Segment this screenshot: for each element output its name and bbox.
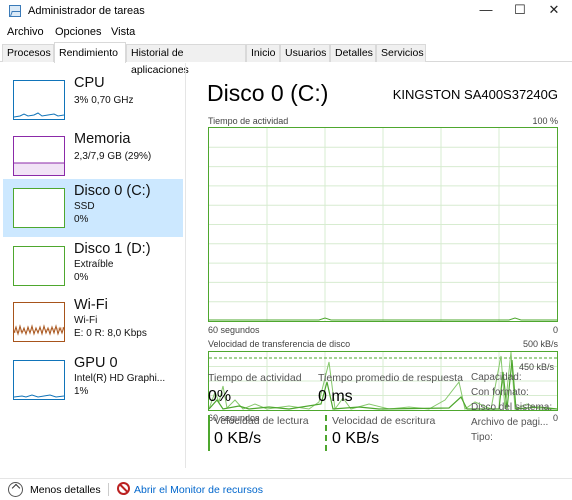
sidebar-item-title: Memoria bbox=[74, 131, 131, 147]
menu-vista[interactable]: Vista bbox=[111, 26, 135, 38]
response-time-label: Tiempo promedio de respuesta bbox=[318, 372, 463, 384]
close-button[interactable]: ✕ bbox=[537, 0, 571, 22]
transfer-graph-min: 0 bbox=[552, 413, 558, 423]
sidebar-item-title: GPU 0 bbox=[74, 355, 118, 371]
maximize-button[interactable]: ☐ bbox=[503, 0, 537, 22]
property-type: Tipo: bbox=[471, 432, 493, 443]
disk-model: KINGSTON SA400S37240G bbox=[392, 87, 558, 102]
sidebar-item-wifi[interactable]: Wi-Fi Wi-Fi E: 0 R: 8,0 Kbps bbox=[3, 293, 183, 351]
sidebar-item-subtitle: 2,3/7,9 GB (29%) bbox=[74, 151, 152, 162]
memory-thumbnail-graph bbox=[13, 136, 65, 176]
tab-inicio[interactable]: Inicio bbox=[246, 44, 280, 62]
task-manager-icon bbox=[9, 5, 21, 17]
sidebar-item-subtitle: SSD bbox=[74, 201, 95, 212]
sidebar-item-value: 1% bbox=[74, 386, 89, 397]
write-speed-value: 0 KB/s bbox=[332, 430, 380, 447]
transfer-graph-label: Velocidad de transferencia de disco bbox=[208, 339, 351, 349]
sidebar-item-title: Disco 1 (D:) bbox=[74, 241, 151, 257]
menu-archivo[interactable]: Archivo bbox=[7, 26, 44, 38]
read-speed-value: 0 KB/s bbox=[214, 430, 262, 447]
active-time-graph-duration: 60 segundos bbox=[208, 325, 260, 335]
tab-servicios[interactable]: Servicios bbox=[376, 44, 426, 62]
sidebar-item-title: Wi-Fi bbox=[74, 297, 108, 313]
tab-historial[interactable]: Historial de aplicaciones bbox=[126, 44, 246, 76]
gpu-thumbnail-graph bbox=[13, 360, 65, 400]
active-time-value: 0% bbox=[208, 388, 232, 405]
sidebar-item-disco-0[interactable]: Disco 0 (C:) SSD 0% bbox=[3, 179, 183, 237]
response-time-value: 0 ms bbox=[318, 388, 353, 405]
active-time-graph-label: Tiempo de actividad bbox=[208, 116, 289, 126]
window-title: Administrador de tareas bbox=[28, 5, 145, 17]
disk-detail-panel: Disco 0 (C:) KINGSTON SA400S37240G Tiemp… bbox=[186, 63, 572, 468]
page-title: Disco 0 (C:) bbox=[207, 80, 329, 106]
sidebar-item-title: Disco 0 (C:) bbox=[74, 183, 151, 199]
sidebar-item-value: 0% bbox=[74, 214, 89, 225]
tab-usuarios[interactable]: Usuarios bbox=[280, 44, 330, 62]
transfer-graph-secondary: 450 kB/s bbox=[518, 362, 554, 372]
minimize-button[interactable]: — bbox=[469, 0, 503, 22]
title-bar: Administrador de tareas — ☐ ✕ bbox=[0, 0, 572, 22]
chevron-up-icon[interactable] bbox=[8, 482, 23, 497]
resource-sidebar: CPU 3% 0,70 GHz Memoria 2,3/7,9 GB (29%)… bbox=[0, 63, 186, 468]
sidebar-item-gpu[interactable]: GPU 0 Intel(R) HD Graphi... 1% bbox=[3, 351, 183, 409]
property-capacity: Capacidad: bbox=[471, 372, 522, 383]
tab-detalles[interactable]: Detalles bbox=[330, 44, 376, 62]
footer-bar: Menos detalles Abrir el Monitor de recur… bbox=[0, 478, 572, 500]
sidebar-item-disco-1[interactable]: Disco 1 (D:) Extraíble 0% bbox=[3, 237, 183, 295]
disk1-thumbnail-graph bbox=[13, 246, 65, 286]
tab-procesos[interactable]: Procesos bbox=[2, 44, 54, 62]
active-time-graph-min: 0 bbox=[552, 325, 558, 335]
active-time-graph bbox=[208, 127, 558, 322]
footer-divider bbox=[108, 483, 109, 496]
cpu-thumbnail-graph bbox=[13, 80, 65, 120]
read-speed-label: Velocidad de lectura bbox=[214, 415, 309, 427]
property-page-file: Archivo de pagi... bbox=[471, 417, 549, 428]
write-speed-indicator bbox=[325, 415, 327, 451]
sidebar-item-title: CPU bbox=[74, 75, 105, 91]
sidebar-item-memoria[interactable]: Memoria 2,3/7,9 GB (29%) bbox=[3, 127, 183, 185]
sidebar-item-value: 0% bbox=[74, 272, 89, 283]
less-details-link[interactable]: Menos detalles bbox=[30, 484, 101, 496]
resource-monitor-link[interactable]: Abrir el Monitor de recursos bbox=[134, 484, 263, 496]
property-formatted: Con formato: bbox=[471, 387, 529, 398]
read-speed-indicator bbox=[208, 415, 210, 451]
sidebar-item-value: E: 0 R: 8,0 Kbps bbox=[74, 328, 147, 339]
property-system-disk: Disco del sistema: bbox=[471, 402, 553, 413]
transfer-graph-max: 500 kB/s bbox=[522, 339, 558, 349]
active-time-label: Tiempo de actividad bbox=[208, 372, 302, 384]
resource-monitor-icon[interactable] bbox=[117, 482, 130, 495]
menu-opciones[interactable]: Opciones bbox=[55, 26, 101, 38]
sidebar-item-cpu[interactable]: CPU 3% 0,70 GHz bbox=[3, 71, 183, 129]
tab-bar: Procesos Rendimiento Historial de aplica… bbox=[0, 42, 572, 76]
active-time-graph-max: 100 % bbox=[532, 116, 558, 126]
sidebar-item-subtitle: Wi-Fi bbox=[74, 315, 98, 326]
sidebar-item-subtitle: 3% 0,70 GHz bbox=[74, 95, 134, 106]
sidebar-item-subtitle: Extraíble bbox=[74, 259, 114, 270]
sidebar-item-subtitle: Intel(R) HD Graphi... bbox=[74, 373, 166, 384]
tab-rendimiento[interactable]: Rendimiento bbox=[54, 42, 126, 63]
wifi-thumbnail-graph bbox=[13, 302, 65, 342]
write-speed-label: Velocidad de escritura bbox=[332, 415, 436, 427]
menu-bar: Archivo Opciones Vista bbox=[0, 22, 572, 42]
disk0-thumbnail-graph bbox=[13, 188, 65, 228]
